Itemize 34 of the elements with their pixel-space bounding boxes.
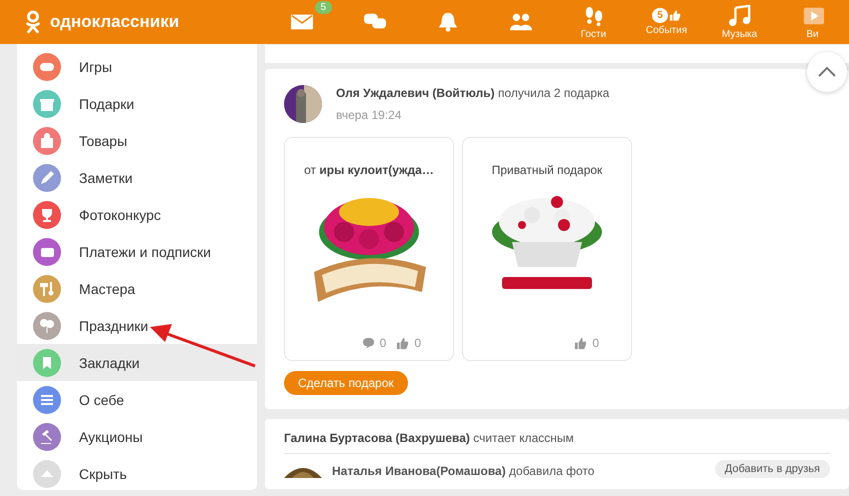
count-text: 0 [414,336,421,350]
sidebar-item[interactable]: Заметки [17,159,257,196]
music-note-icon[interactable] [726,4,752,26]
comment-icon[interactable] [362,337,375,349]
gift-caption: от иры кулоит(ужда… [304,163,434,177]
friends-icon[interactable] [508,11,534,33]
add-friend-button[interactable]: Добавить в друзья [714,460,830,478]
sidebar-item[interactable]: Платежи и подписки [17,233,257,270]
count-badge: 5 [314,1,332,14]
count-text: 0 [380,336,386,350]
logo-icon[interactable] [24,10,42,34]
sidebar-item[interactable]: Фотоконкурс [17,196,257,233]
post-title: Галина Буртасова (Вахрушева) считает классным [284,431,575,445]
gift-card[interactable]: Приватный подарок 0 [462,137,632,361]
sidebar-item[interactable]: Подарки [17,85,257,122]
sidebar-item[interactable]: Праздники [17,307,257,344]
count-text: 0 [592,336,599,350]
chevron-up-icon [817,66,837,78]
gift-caption: Приватный подарок [492,163,602,177]
thumbs-up-icon[interactable] [396,336,410,350]
post-time: вчера 19:24 [336,108,402,122]
thumbs-up-icon[interactable] [574,336,588,350]
sidebar-item[interactable]: Аукционы [17,418,257,455]
sidebar-item[interactable]: Скрыть [17,455,257,492]
gift-card[interactable]: от иры кулоит(ужда… 0 0 [284,137,454,361]
post-title: Наталья Иванова(Ромашова) добавила фото [332,464,596,478]
thumbs-up-icon[interactable] [668,9,681,22]
sidebar-item[interactable]: Закладки [17,344,257,381]
sidebar-item[interactable]: О себе [17,381,257,418]
sidebar-item[interactable]: Товары [17,122,257,159]
sidebar-item[interactable]: Игры [17,48,257,85]
count-badge: 5 [652,8,668,23]
post-title: Оля Уждалевич (Войтюль) получила 2 подарка [336,86,610,100]
sidebar-item[interactable]: Мастера [17,270,257,307]
